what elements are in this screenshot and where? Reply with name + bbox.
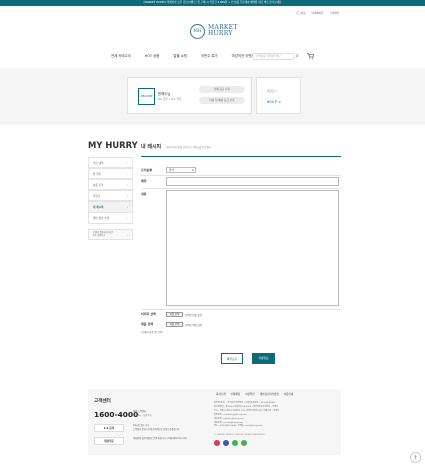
cart-icon[interactable] bbox=[307, 53, 314, 61]
page-title: MY HURRY bbox=[88, 140, 138, 150]
youtube-icon[interactable] bbox=[241, 440, 247, 446]
submit-button[interactable]: 작성완료 bbox=[252, 353, 275, 364]
search-input[interactable]: 검색어를 입력해주세요 bbox=[252, 53, 295, 60]
image-file-status: 선택된 파일 없음 bbox=[185, 314, 202, 317]
section-subtitle: 나만의 레시피를 공유하고 적립금을 받으세요 bbox=[166, 146, 211, 149]
side-item-reviews[interactable]: 상품 후기 › bbox=[88, 178, 133, 191]
cart-svg bbox=[307, 53, 314, 59]
help-inquiry-box[interactable]: 도움이 필요하신가요? 1:1 문의하기 › bbox=[88, 228, 133, 240]
user-grade-text: 0% 할인 + 0% 적립 bbox=[158, 98, 182, 101]
point-value: 600 P > bbox=[267, 100, 282, 104]
image-label: 이미지 선택 bbox=[141, 312, 156, 316]
section-divider bbox=[141, 156, 341, 157]
side-item-label: 내 레시피 bbox=[93, 206, 104, 210]
side-item-label: 상품 후기 bbox=[93, 183, 104, 187]
customer-center-link[interactable]: 고객센터 bbox=[329, 11, 339, 15]
inquiry-button[interactable]: 1:1 문의 bbox=[94, 424, 124, 432]
product-note: (구매한 상품 중 선택) bbox=[141, 331, 163, 334]
footer-link-privacy[interactable]: 개인정보처리방침 bbox=[260, 392, 279, 396]
copyright: © MARKET HURRY CORP. ALL RIGHTS RESERVED bbox=[214, 434, 265, 436]
side-item-label: 개인 정보 수정 bbox=[93, 217, 109, 221]
content-textarea[interactable] bbox=[166, 190, 339, 306]
side-item-my-recipe[interactable]: 내 레시피 › bbox=[88, 201, 133, 213]
cs-phone: 1600-4000 bbox=[94, 410, 139, 419]
nav-hot[interactable]: HOT 상품 bbox=[145, 53, 160, 58]
footer-link-terms[interactable]: 이용약관 bbox=[245, 392, 255, 396]
footer: 고객센터 1600-4000 365 고객센터 오전 7시 - 오후 7시 1:… bbox=[88, 389, 341, 455]
all-grades-button[interactable]: 전체 등급 보기 bbox=[199, 86, 245, 93]
logo-text: MARKET HURRY bbox=[208, 24, 238, 37]
logout-link[interactable]: 로그아웃 bbox=[296, 11, 306, 15]
category-value: 한식 bbox=[169, 169, 174, 172]
user-grade-box: WELCOME 한해주님 0% 할인 + 0% 적립 전체 등급 보기 다음 달… bbox=[127, 77, 252, 114]
chevron-right-icon: › bbox=[126, 216, 128, 221]
cs-hours: 365 고객센터 오전 7시 - 오후 7시 bbox=[133, 410, 151, 417]
product-file-button[interactable]: 파일 선택 bbox=[166, 322, 183, 327]
help-line-2: 1:1 문의하기 bbox=[93, 233, 106, 237]
next-grade-button[interactable]: 다음 달 예상 등급 보기 bbox=[199, 97, 245, 104]
footer-link-guide[interactable]: 이용안내 bbox=[284, 392, 294, 396]
content-label: 내용 bbox=[141, 192, 147, 196]
side-item-label: 적립금 bbox=[93, 194, 101, 198]
bulk-order-desc: 비회원의 경우 메일로 문의 바랍니다. (help@hurry.com) bbox=[133, 437, 187, 440]
site-logo[interactable]: MH MARKET HURRY bbox=[190, 19, 238, 43]
search-icon[interactable]: ⌕ bbox=[296, 54, 299, 59]
nav-weekly-special[interactable]: 이번주 특가 bbox=[201, 53, 218, 58]
logo-line-2: HURRY bbox=[208, 30, 233, 37]
category-select[interactable]: 한식 ▾ bbox=[166, 167, 196, 173]
side-item-orders[interactable]: 주문 내역 › bbox=[88, 156, 133, 169]
bulk-order-button[interactable]: 대량주문 bbox=[94, 437, 124, 445]
logo-mark: MH bbox=[190, 23, 205, 39]
facebook-icon[interactable] bbox=[223, 440, 229, 446]
side-item-label: 주문 내역 bbox=[93, 161, 104, 165]
cs-title: 고객센터 bbox=[94, 399, 111, 404]
company-info-line: 팩스 : 070-0000-0000 | 이메일 : help@hurry.co… bbox=[214, 425, 263, 428]
instagram-icon[interactable] bbox=[214, 440, 220, 446]
product-file-status: 선택된 파일 없음 bbox=[185, 324, 202, 327]
list-button[interactable]: 목록보기 bbox=[221, 353, 243, 364]
grade-badge: WELCOME bbox=[138, 88, 155, 105]
side-item-label: 찜 목록 bbox=[93, 172, 101, 176]
social-links bbox=[214, 440, 247, 446]
side-item-points[interactable]: 적립금 › bbox=[88, 189, 133, 202]
section-title: 내 레시피 bbox=[141, 144, 162, 150]
top-banner[interactable]: [MARKET HURRY] 마켓허리 오픈 기념 이벤트! 첫 구매 시 적립… bbox=[0, 0, 425, 6]
inquiry-desc: 24시간 접수 가능 고객센터 운영시간에 순차적으로 답변드리겠습니다. bbox=[133, 424, 180, 431]
footer-link-about[interactable]: 회사소개 bbox=[216, 392, 226, 396]
mypage-link[interactable]: 마이페이지 bbox=[312, 11, 324, 15]
point-label: 적립금 > bbox=[267, 90, 278, 93]
cs-hours-line-2: 오전 7시 - 오후 7시 bbox=[133, 413, 152, 417]
product-label: 제품 선택 bbox=[141, 322, 154, 326]
nav-bargain[interactable]: 알뜰 쇼핑 bbox=[173, 53, 187, 58]
top-links: 로그아웃 마이페이지 고객센터 bbox=[296, 11, 339, 15]
footer-link-careers[interactable]: 인재채용 bbox=[231, 392, 241, 396]
nav-all-categories[interactable]: 전체 카테고리 bbox=[111, 53, 131, 58]
side-item-edit-profile[interactable]: 개인 정보 수정 › bbox=[88, 212, 133, 224]
scroll-to-top-icon[interactable]: ↑ bbox=[410, 452, 421, 463]
chevron-right-icon: › bbox=[126, 232, 128, 237]
member-summary: WELCOME 한해주님 0% 할인 + 0% 적립 전체 등급 보기 다음 달… bbox=[0, 68, 425, 125]
image-file-button[interactable]: 파일 선택 bbox=[166, 312, 183, 317]
side-item-wishlist[interactable]: 찜 목록 › bbox=[88, 167, 133, 180]
footer-links: 회사소개 인재채용 이용약관 개인정보처리방침 이용안내 bbox=[216, 392, 293, 396]
title-input[interactable] bbox=[166, 177, 339, 186]
company-info: 법인명(상호) : 주식회사 마켓허리 | 사업자등록번호 : 123-45-6… bbox=[214, 402, 279, 429]
inquiry-desc-line-2: 고객센터 운영시간에 순차적으로 답변드리겠습니다. bbox=[133, 427, 181, 431]
category-label: 요리분류 bbox=[141, 168, 153, 172]
point-box[interactable]: 적립금 > 600 P > bbox=[256, 77, 301, 114]
chevron-down-icon: ▾ bbox=[192, 169, 194, 172]
main-nav: 전체 카테고리 HOT 상품 알뜰 쇼핑 이번주 특가 마감직전 이벤트 bbox=[111, 53, 269, 58]
title-label: 제목 bbox=[141, 179, 147, 183]
side-menu: 주문 내역 › 찜 목록 › 상품 후기 › 적립금 › 내 레시피 › 개인 정보 수정… bbox=[88, 156, 133, 240]
user-name: 한해주님 bbox=[158, 92, 171, 96]
kakaotalk-icon[interactable] bbox=[232, 440, 238, 446]
